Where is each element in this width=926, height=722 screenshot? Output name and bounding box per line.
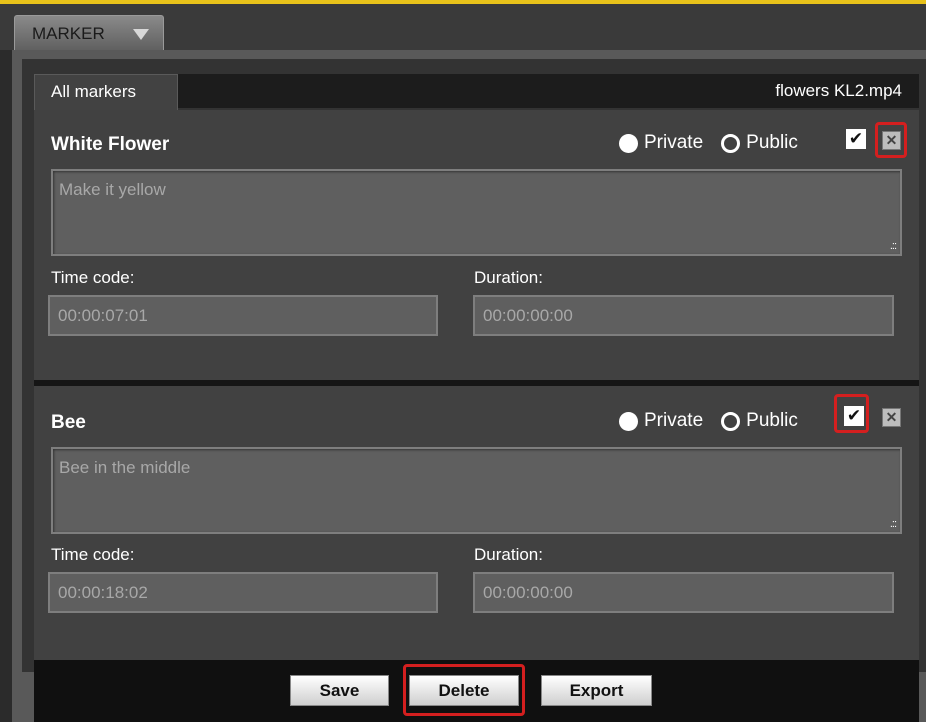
- private-radio[interactable]: [619, 411, 638, 431]
- save-button[interactable]: Save: [290, 675, 389, 706]
- resize-grip-icon[interactable]: .::: [890, 518, 897, 530]
- marker-tab-label: MARKER: [32, 24, 105, 43]
- public-label: Public: [746, 410, 798, 431]
- public-radio[interactable]: [721, 133, 741, 153]
- timecode-field[interactable]: 00:00:07:01: [48, 295, 438, 336]
- close-icon[interactable]: ✕: [882, 408, 901, 427]
- duration-field[interactable]: 00:00:00:00: [473, 295, 894, 336]
- public-radio[interactable]: [721, 411, 741, 431]
- marker-title: White Flower: [51, 134, 170, 155]
- note-text: Make it yellow: [59, 180, 166, 199]
- tab-all-markers[interactable]: All markers: [34, 74, 178, 110]
- chevron-down-icon[interactable]: [133, 29, 149, 40]
- visibility-options: Private Public: [619, 132, 816, 154]
- note-textarea[interactable]: Make it yellow .::: [51, 169, 902, 256]
- timecode-label: Time code:: [51, 545, 135, 564]
- visibility-options: Private Public: [619, 410, 816, 432]
- resize-grip-icon[interactable]: .::: [890, 240, 897, 252]
- file-name: flowers KL2.mp4: [775, 81, 902, 100]
- duration-field[interactable]: 00:00:00:00: [473, 572, 894, 613]
- private-radio[interactable]: [619, 133, 638, 153]
- note-text: Bee in the middle: [59, 458, 191, 477]
- marker-card: White Flower Private Public ✔ ✕ Make it …: [34, 110, 919, 380]
- close-icon[interactable]: ✕: [882, 131, 901, 150]
- delete-button[interactable]: Delete: [409, 675, 519, 706]
- marker-checkbox[interactable]: ✔: [844, 406, 864, 426]
- export-button[interactable]: Export: [541, 675, 652, 706]
- duration-label: Duration:: [474, 268, 543, 287]
- private-label: Private: [644, 132, 704, 153]
- public-label: Public: [746, 132, 798, 153]
- timecode-field[interactable]: 00:00:18:02: [48, 572, 438, 613]
- duration-label: Duration:: [474, 545, 543, 564]
- note-textarea[interactable]: Bee in the middle .::: [51, 447, 902, 534]
- timecode-label: Time code:: [51, 268, 135, 287]
- private-label: Private: [644, 410, 704, 431]
- marker-title: Bee: [51, 412, 86, 433]
- marker-panel-tab[interactable]: MARKER: [14, 15, 164, 51]
- marker-card: Bee Private Public ✔ ✕ Bee in the middle…: [34, 386, 919, 660]
- marker-checkbox[interactable]: ✔: [846, 129, 866, 149]
